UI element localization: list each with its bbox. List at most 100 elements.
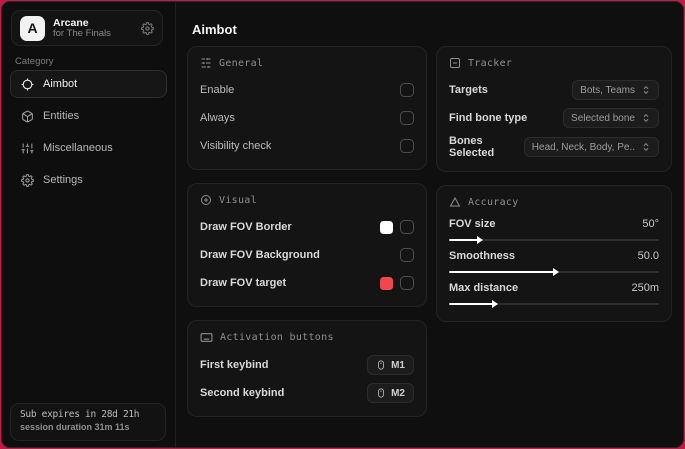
- slider-fill: [449, 300, 499, 308]
- setting-label: Second keybind: [200, 387, 285, 399]
- app-window: A Arcane for The Finals Category Aimbot: [1, 1, 684, 448]
- main-content: Aimbot General Enable Always Visibility …: [176, 2, 683, 447]
- sidebar-item-settings[interactable]: Settings: [10, 166, 167, 194]
- visual-panel: Visual Draw FOV Border Draw FOV Backgrou…: [187, 183, 427, 307]
- fov-target-color-swatch[interactable]: [380, 276, 393, 290]
- smoothness-slider-row: Smoothness 50.0: [449, 250, 659, 276]
- always-checkbox[interactable]: [400, 111, 414, 125]
- sidebar-item-entities[interactable]: Entities: [10, 102, 167, 130]
- second-keybind-button[interactable]: M2: [367, 383, 414, 403]
- setting-row: Enable: [200, 79, 414, 101]
- fov-border-color-swatch[interactable]: [380, 220, 393, 234]
- sidebar-item-label: Settings: [43, 174, 83, 186]
- brand-card: A Arcane for The Finals: [11, 10, 163, 46]
- general-panel: General Enable Always Visibility check: [187, 46, 427, 170]
- keyboard-icon: [200, 331, 213, 344]
- mouse-icon: [376, 387, 386, 399]
- circle-plus-icon: [200, 194, 212, 206]
- tracker-panel: Tracker Targets Bots, Teams Find bone ty…: [436, 46, 672, 172]
- select-value: Selected bone: [571, 112, 635, 124]
- setting-row: Find bone type Selected bone: [449, 107, 659, 129]
- slider-fill: [449, 268, 559, 276]
- activation-panel-header: Activation buttons: [200, 331, 414, 344]
- panel-title: Tracker: [468, 57, 513, 69]
- setting-row: Draw FOV target: [200, 272, 414, 294]
- setting-row: Targets Bots, Teams: [449, 79, 659, 101]
- select-value: Bots, Teams: [580, 84, 635, 96]
- bones-selected-select[interactable]: Head, Neck, Body, Pe..: [523, 137, 659, 157]
- setting-label: Targets: [449, 84, 488, 96]
- setting-label: FOV size: [449, 218, 496, 230]
- first-keybind-button[interactable]: M1: [367, 355, 414, 375]
- sidebar-item-miscellaneous[interactable]: Miscellaneous: [10, 134, 167, 162]
- triangle-icon: [449, 196, 461, 208]
- keybind-value: M2: [391, 387, 405, 399]
- max-distance-slider-row: Max distance 250m: [449, 282, 659, 308]
- setting-label: Bones Selected: [449, 135, 495, 159]
- subscription-card: Sub expires in 28d 21h session duration …: [10, 403, 166, 441]
- setting-row: Draw FOV Background: [200, 244, 414, 266]
- setting-row: First keybind M1: [200, 354, 414, 376]
- setting-label: Enable: [200, 84, 235, 96]
- setting-row: Bones Selected Head, Neck, Body, Pe..: [449, 135, 659, 159]
- mouse-icon: [376, 359, 386, 371]
- setting-label: Find bone type: [449, 112, 528, 124]
- keybind-value: M1: [391, 359, 405, 371]
- panel-title: Visual: [219, 194, 257, 206]
- setting-label: Smoothness: [449, 250, 516, 262]
- chevrons-up-down-icon: [641, 113, 651, 123]
- find-bone-type-select[interactable]: Selected bone: [563, 108, 659, 128]
- setting-label: Draw FOV Background: [200, 249, 320, 261]
- sub-expiry-text: Sub expires in 28d 21h: [20, 409, 140, 420]
- setting-label: First keybind: [200, 359, 269, 371]
- sliders-icon: [21, 142, 34, 155]
- setting-label: Draw FOV target: [200, 277, 287, 289]
- session-duration-text: session duration 31m 11s: [20, 422, 130, 432]
- slider-value: 250m: [631, 282, 659, 294]
- tracker-panel-header: Tracker: [449, 57, 659, 69]
- slider-value: 50°: [642, 218, 659, 230]
- square-minus-icon: [449, 57, 461, 69]
- brand-logo: A: [20, 15, 45, 41]
- sidebar-item-aimbot[interactable]: Aimbot: [10, 70, 167, 98]
- setting-label: Draw FOV Border: [200, 221, 292, 233]
- max-distance-slider[interactable]: [449, 300, 659, 308]
- smoothness-slider[interactable]: [449, 268, 659, 276]
- brand-title: Arcane: [53, 16, 89, 29]
- crosshair-icon: [21, 78, 34, 91]
- setting-row: Draw FOV Border: [200, 216, 414, 238]
- category-label: Category: [15, 56, 54, 67]
- general-panel-header: General: [200, 57, 414, 69]
- sidebar-nav: Aimbot Entities Miscellaneous Settings: [10, 70, 167, 198]
- panel-title: Accuracy: [468, 196, 519, 208]
- sidebar-item-label: Aimbot: [43, 78, 78, 90]
- accuracy-panel: Accuracy FOV size 50° Smoothness 50.0 Ma…: [436, 185, 672, 322]
- sidebar-item-label: Miscellaneous: [43, 142, 113, 154]
- draw-fov-border-checkbox[interactable]: [400, 220, 414, 234]
- chevrons-up-down-icon: [641, 142, 651, 152]
- chevrons-up-down-icon: [641, 85, 651, 95]
- targets-select[interactable]: Bots, Teams: [572, 80, 659, 100]
- left-column: General Enable Always Visibility check V…: [187, 46, 427, 430]
- right-column: Tracker Targets Bots, Teams Find bone ty…: [436, 46, 672, 335]
- entities-icon: [21, 110, 34, 123]
- sidebar-item-label: Entities: [43, 110, 80, 122]
- setting-label: Visibility check: [200, 140, 272, 152]
- gear-icon[interactable]: [141, 21, 154, 35]
- brand-subtitle: for The Finals: [53, 27, 111, 39]
- slider-value: 50.0: [637, 250, 659, 262]
- gear-icon: [21, 173, 34, 187]
- fov-size-slider-row: FOV size 50°: [449, 218, 659, 244]
- brand-text: Arcane for The Finals: [53, 17, 133, 40]
- page-title: Aimbot: [192, 22, 237, 37]
- slider-fill: [449, 236, 484, 244]
- visibility-check-checkbox[interactable]: [400, 139, 414, 153]
- fov-size-slider[interactable]: [449, 236, 659, 244]
- draw-fov-background-checkbox[interactable]: [400, 248, 414, 262]
- panel-title: General: [219, 57, 264, 69]
- sliders-horizontal-icon: [200, 57, 212, 69]
- setting-row: Visibility check: [200, 135, 414, 157]
- sidebar: A Arcane for The Finals Category Aimbot: [2, 2, 176, 447]
- draw-fov-target-checkbox[interactable]: [400, 276, 414, 290]
- enable-checkbox[interactable]: [400, 83, 414, 97]
